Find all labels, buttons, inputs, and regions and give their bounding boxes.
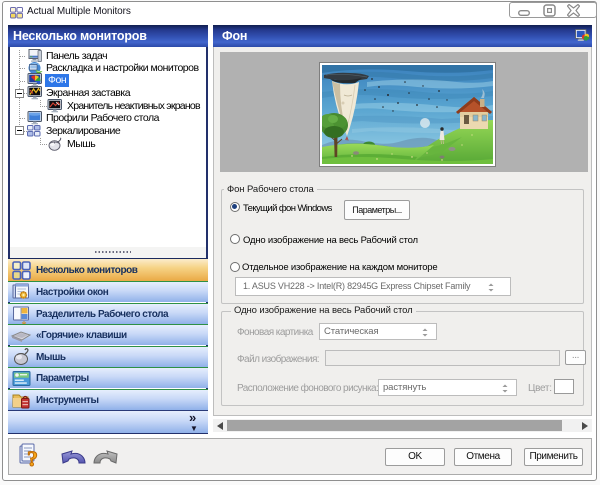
svg-text:?: ?	[27, 446, 38, 469]
